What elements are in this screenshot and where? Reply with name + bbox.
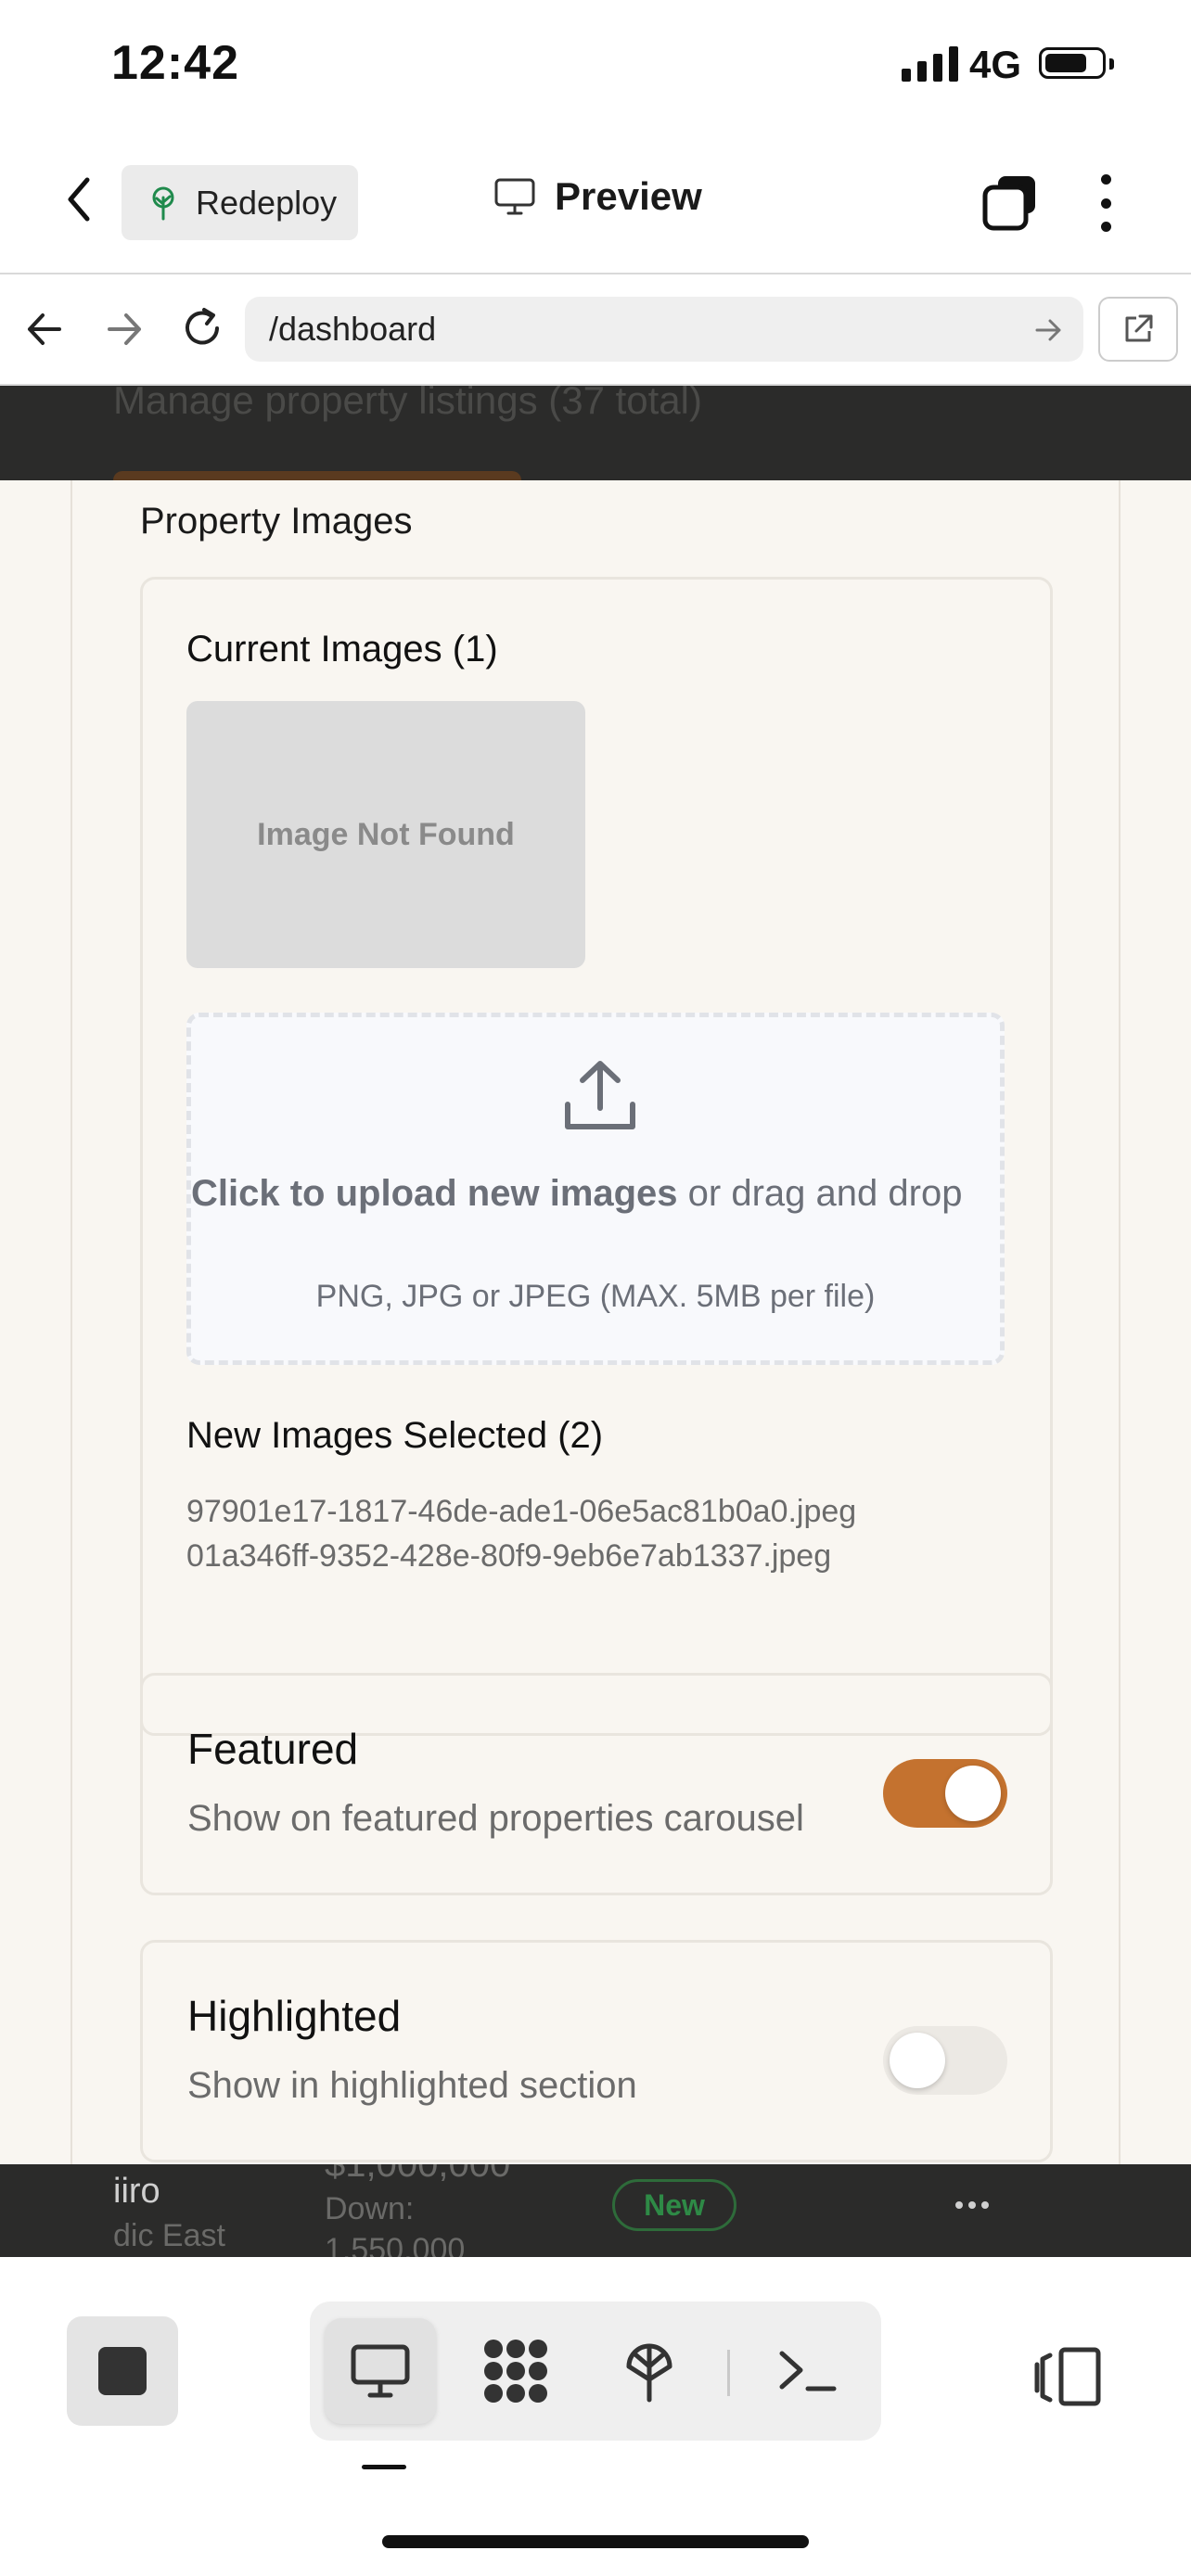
more-vertical-icon[interactable] xyxy=(1095,174,1117,232)
stop-button[interactable] xyxy=(67,2316,178,2426)
stop-icon xyxy=(98,2347,147,2395)
arrow-right-icon xyxy=(1035,319,1061,341)
current-image-thumbnail[interactable]: Image Not Found xyxy=(186,701,585,968)
featured-description: Show on featured properties carousel xyxy=(187,1798,804,1839)
file-name: 01a346ff-9352-428e-80f9-9eb6e7ab1337.jpe… xyxy=(186,1538,832,1574)
property-images-label: Property Images xyxy=(140,501,413,542)
highlighted-card: Highlighted Show in highlighted section xyxy=(140,1940,1053,2162)
integrations-tab[interactable] xyxy=(460,2318,571,2424)
redeploy-button[interactable]: Redeploy xyxy=(122,165,358,240)
network-type: 4G xyxy=(969,43,1022,86)
upload-instructions: Click to upload new images or drag and d… xyxy=(191,1166,989,1221)
arrow-right-icon xyxy=(108,313,141,345)
highlighted-toggle[interactable] xyxy=(883,2026,1007,2095)
upload-hint: PNG, JPG or JPEG (MAX. 5MB per file) xyxy=(315,1279,876,1314)
preview-tab[interactable] xyxy=(325,2318,436,2424)
back-button[interactable] xyxy=(56,167,102,232)
upload-cta[interactable]: Click to upload new images xyxy=(191,1173,678,1214)
console-tab[interactable] xyxy=(751,2318,863,2424)
status-badge: New xyxy=(612,2179,736,2231)
view-switcher xyxy=(310,2302,881,2441)
featured-card: Featured Show on featured properties car… xyxy=(140,1673,1053,1895)
tabs-icon xyxy=(982,176,1035,231)
modal-backdrop-bottom[interactable]: iiro dic East $1,000,000 Down: 1,550,000… xyxy=(0,2164,1191,2257)
battery-tip xyxy=(1109,58,1114,70)
listing-region: dic East xyxy=(113,2218,225,2253)
arrow-left-icon xyxy=(28,313,61,345)
down-value: 1,550,000 xyxy=(325,2232,466,2257)
new-images-title: New Images Selected (2) xyxy=(186,1415,604,1456)
apps-grid-icon xyxy=(484,2340,547,2403)
listing-name: iiro xyxy=(113,2172,160,2211)
upload-dropzone[interactable]: Click to upload new images or drag and d… xyxy=(186,1013,1005,1365)
battery-icon xyxy=(1039,47,1106,79)
image-not-found-text: Image Not Found xyxy=(257,816,515,852)
open-external-button[interactable] xyxy=(1098,297,1178,362)
browser-forward-button[interactable] xyxy=(98,306,148,352)
url-input[interactable]: /dashboard xyxy=(245,297,1083,362)
active-tab-indicator xyxy=(362,2465,406,2469)
browser-reload-button[interactable] xyxy=(176,302,228,354)
layout-toggle-button[interactable] xyxy=(1030,2337,1108,2415)
down-label: Down: xyxy=(325,2191,415,2226)
cellular-signal-icon xyxy=(902,46,958,82)
sprout-icon xyxy=(626,2343,672,2403)
page-subtitle: Manage property listings (37 total) xyxy=(113,386,702,422)
chevron-left-icon xyxy=(68,177,90,222)
preview-label: Preview xyxy=(555,174,702,218)
sprout-icon xyxy=(152,186,174,220)
edit-property-modal: Property Images Current Images (1) Image… xyxy=(0,480,1191,2164)
terminal-icon xyxy=(779,2351,837,2391)
upload-icon xyxy=(565,1061,635,1129)
row-actions-icon xyxy=(955,2201,989,2209)
upload-cta-rest: or drag and drop xyxy=(677,1173,963,1214)
bottom-toolbar xyxy=(0,2257,1191,2576)
preview-title[interactable]: Preview xyxy=(493,174,702,219)
file-name: 97901e17-1817-46de-ade1-06e5ac81b0a0.jpe… xyxy=(186,1494,857,1529)
highlighted-description: Show in highlighted section xyxy=(187,2065,637,2106)
current-images-title: Current Images (1) xyxy=(186,629,498,670)
url-text: /dashboard xyxy=(269,310,437,348)
highlighted-title: Highlighted xyxy=(187,1992,402,2040)
monitor-icon xyxy=(494,178,535,215)
redeploy-label: Redeploy xyxy=(196,183,338,222)
listing-price: $1,000,000 xyxy=(325,2164,511,2185)
add-property-button-dimmed xyxy=(113,471,521,480)
deploy-tab[interactable] xyxy=(594,2318,705,2424)
toolbar-separator xyxy=(727,2350,730,2396)
reload-icon xyxy=(186,308,219,345)
browser-back-button[interactable] xyxy=(20,306,70,352)
header-divider xyxy=(0,273,1191,274)
external-link-icon xyxy=(1125,314,1153,342)
monitor-icon xyxy=(351,2344,410,2398)
sidebar-panel-icon xyxy=(1034,2347,1101,2406)
home-indicator xyxy=(382,2535,809,2548)
featured-toggle[interactable] xyxy=(883,1759,1007,1828)
modal-backdrop-top[interactable]: Manage property listings (37 total) xyxy=(0,386,1191,480)
status-time: 12:42 xyxy=(111,36,239,90)
listing-down-payment: Down: 1,550,000 xyxy=(325,2188,465,2257)
url-go-button[interactable] xyxy=(1028,312,1069,349)
featured-title: Featured xyxy=(187,1725,359,1773)
new-files-list: 97901e17-1817-46de-ade1-06e5ac81b0a0.jpe… xyxy=(186,1489,856,1578)
tabs-button[interactable] xyxy=(981,174,1039,232)
